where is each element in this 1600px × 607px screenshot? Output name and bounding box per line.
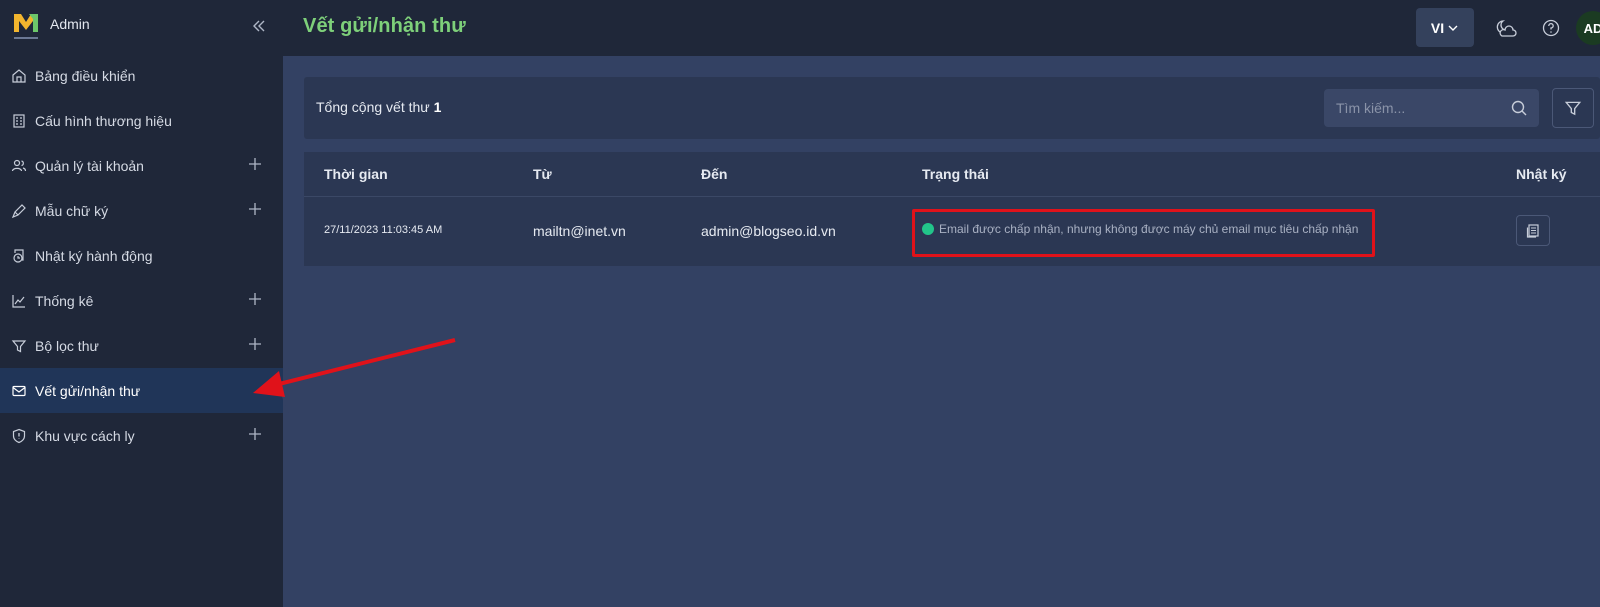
sidebar-item-action-log[interactable]: Nhật ký hành động [0, 233, 283, 278]
sidebar-item-label: Khu vực cách ly [35, 427, 135, 444]
sidebar-item-mail-filter[interactable]: Bộ lọc thư [0, 323, 283, 368]
sidebar-item-brand-config[interactable]: Cấu hình thương hiệu [0, 98, 283, 143]
sidebar-item-accounts[interactable]: Quản lý tài khoản [0, 143, 283, 188]
sidebar-item-quarantine[interactable]: Khu vực cách ly [0, 413, 283, 458]
theme-toggle-icon[interactable] [1494, 16, 1518, 40]
column-time: Thời gian [324, 166, 388, 182]
log-document-icon [1526, 223, 1539, 238]
chart-icon [10, 292, 28, 310]
brand-logo-icon [14, 14, 38, 39]
mail-check-icon [10, 382, 28, 400]
language-selector[interactable]: VI [1416, 8, 1474, 47]
top-bar: Vết gửi/nhận thư VI AD [283, 0, 1600, 56]
sidebar-item-dashboard[interactable]: Bảng điều khiển [0, 53, 283, 98]
column-from: Từ [533, 166, 552, 182]
expand-plus-icon[interactable] [247, 291, 263, 307]
sidebar-item-label: Mẫu chữ ký [35, 202, 109, 219]
status-highlight-annotation [912, 209, 1375, 257]
sidebar-item-label: Bộ lọc thư [35, 337, 99, 354]
avatar[interactable]: AD [1576, 11, 1600, 45]
shield-icon [10, 427, 28, 445]
filter-icon [10, 337, 28, 355]
sidebar-item-label: Nhật ký hành động [35, 247, 153, 264]
total-count: 1 [433, 99, 442, 115]
total-label: Tổng cộng vết thư [316, 99, 430, 115]
cell-time: 27/11/2023 11:03:45 AM [324, 224, 443, 236]
search-box [1324, 89, 1539, 127]
active-indicator [279, 368, 289, 413]
search-input[interactable] [1324, 90, 1504, 126]
collapse-sidebar-icon[interactable] [250, 17, 268, 35]
language-value: VI [1430, 19, 1445, 36]
view-log-button[interactable] [1516, 215, 1550, 246]
sidebar-item-statistics[interactable]: Thống kê [0, 278, 283, 323]
expand-plus-icon[interactable] [247, 426, 263, 442]
summary-bar: Tổng cộng vết thư 1 [304, 77, 1600, 139]
sidebar-item-signature-templates[interactable]: Mẫu chữ ký [0, 188, 283, 233]
activity-log-icon [10, 247, 28, 265]
expand-plus-icon[interactable] [247, 336, 263, 352]
home-icon [10, 67, 28, 85]
sidebar-item-label: Cấu hình thương hiệu [35, 112, 172, 129]
sidebar-item-label: Bảng điều khiển [35, 67, 136, 84]
cell-to: admin@blogseo.id.vn [701, 223, 836, 239]
sidebar-item-label: Quản lý tài khoản [35, 157, 144, 174]
brand[interactable]: Admin [12, 10, 90, 44]
pen-icon [10, 202, 28, 220]
help-icon[interactable] [1541, 18, 1561, 38]
chevron-down-icon [1448, 25, 1458, 31]
column-log: Nhật ký [1516, 166, 1567, 182]
total-traces: Tổng cộng vết thư 1 [316, 99, 441, 115]
search-icon[interactable] [1510, 99, 1528, 117]
table-header: Thời gian Từ Đến Trạng thái Nhật ký [304, 152, 1600, 197]
expand-plus-icon[interactable] [247, 156, 263, 172]
filter-button[interactable] [1552, 88, 1594, 128]
building-icon [10, 112, 28, 130]
sidebar-item-mail-trace[interactable]: Vết gửi/nhận thư [0, 368, 289, 413]
sidebar-nav: Bảng điều khiển Cấu hình thương hiệu Quả… [0, 53, 289, 458]
cell-from: mailtn@inet.vn [533, 223, 626, 239]
column-status: Trạng thái [922, 166, 989, 182]
sidebar-item-label: Vết gửi/nhận thư [35, 382, 141, 399]
sidebar-item-label: Thống kê [35, 292, 94, 309]
page-title: Vết gửi/nhận thư [303, 15, 466, 37]
brand-name: Admin [50, 16, 90, 32]
sidebar: Admin Bảng điều khiển Cấu hình thương hi… [0, 0, 289, 607]
filter-icon [1564, 101, 1582, 116]
users-icon [10, 157, 28, 175]
expand-plus-icon[interactable] [247, 201, 263, 217]
column-to: Đến [701, 166, 728, 182]
